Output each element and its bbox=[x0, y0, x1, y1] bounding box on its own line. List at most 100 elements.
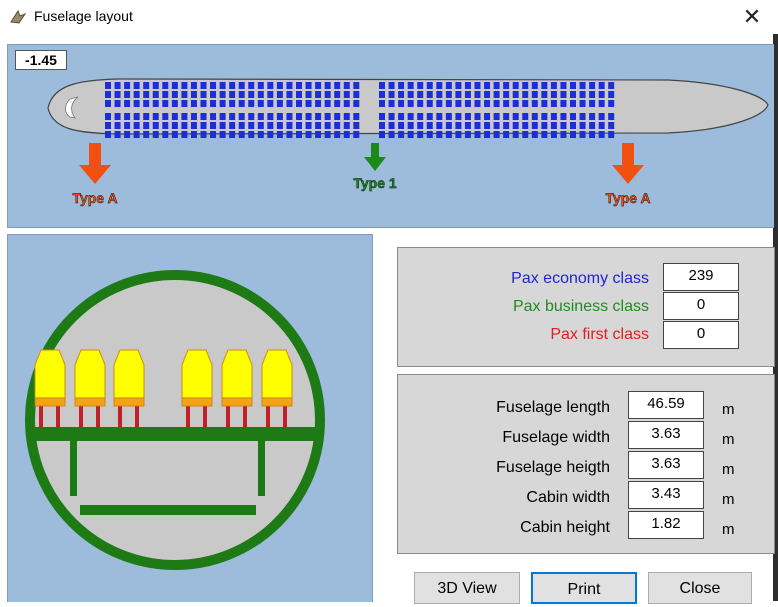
seat-mark bbox=[522, 113, 529, 120]
seat-leg bbox=[243, 405, 247, 427]
seat-cushion bbox=[34, 397, 66, 407]
seat-mark bbox=[474, 113, 481, 120]
seat-mark bbox=[171, 82, 178, 89]
seat-mark bbox=[512, 82, 519, 89]
seat-mark bbox=[171, 100, 178, 107]
seat-mark bbox=[238, 113, 245, 120]
seat-mark bbox=[248, 91, 255, 98]
seat-mark bbox=[503, 82, 510, 89]
seat-leg bbox=[203, 405, 207, 427]
title-bar: Fuselage layout ✕ bbox=[0, 0, 778, 34]
seat-mark bbox=[353, 100, 360, 107]
seat-mark bbox=[334, 131, 341, 138]
seat-mark bbox=[229, 100, 236, 107]
seat-mark bbox=[484, 91, 491, 98]
seat-mark bbox=[353, 82, 360, 89]
seat-mark bbox=[541, 100, 548, 107]
pax-first-field[interactable]: 0 bbox=[663, 321, 739, 349]
seat-mark bbox=[388, 91, 395, 98]
seat-mark bbox=[190, 122, 197, 129]
seat-mark bbox=[464, 82, 471, 89]
door-arrow-head bbox=[612, 165, 644, 184]
seat-mark bbox=[560, 122, 567, 129]
seat-mark bbox=[190, 91, 197, 98]
seat-mark bbox=[210, 100, 217, 107]
seat-cushion bbox=[181, 397, 213, 407]
close-icon[interactable]: ✕ bbox=[738, 4, 766, 30]
seat-mark bbox=[105, 82, 111, 89]
seat-mark bbox=[589, 100, 596, 107]
seat-mark bbox=[436, 122, 443, 129]
seat-mark bbox=[484, 131, 491, 138]
seat-mark bbox=[114, 122, 121, 129]
seat-mark bbox=[608, 91, 615, 98]
door-label: Type 1 bbox=[353, 175, 397, 191]
fuselage-length-unit: m bbox=[722, 401, 735, 418]
seat-mark bbox=[267, 131, 274, 138]
seat-mark bbox=[512, 91, 519, 98]
seat-mark bbox=[324, 82, 331, 89]
seat-mark bbox=[276, 91, 283, 98]
seat-mark bbox=[238, 100, 245, 107]
seat-mark bbox=[436, 91, 443, 98]
seat-mark bbox=[162, 113, 169, 120]
seat-mark bbox=[531, 100, 538, 107]
seat-mark bbox=[162, 122, 169, 129]
seat-mark bbox=[484, 113, 491, 120]
fuselage-length-label: Fuselage length bbox=[496, 399, 610, 416]
print-button[interactable]: Print bbox=[531, 572, 637, 604]
seat-mark bbox=[398, 113, 405, 120]
seat-mark bbox=[455, 100, 462, 107]
seat-mark bbox=[286, 113, 293, 120]
pax-economy-field[interactable]: 239 bbox=[663, 263, 739, 291]
seat-mark bbox=[417, 82, 424, 89]
seat-mark bbox=[305, 91, 312, 98]
3d-view-button[interactable]: 3D View bbox=[414, 572, 520, 604]
pax-business-label: Pax business class bbox=[512, 298, 649, 315]
seat-mark bbox=[276, 82, 283, 89]
close-button[interactable]: Close bbox=[648, 572, 752, 604]
seat-mark bbox=[315, 82, 322, 89]
seat-mark bbox=[512, 100, 519, 107]
seat-mark bbox=[398, 122, 405, 129]
seat-mark bbox=[388, 131, 395, 138]
seat-mark bbox=[493, 113, 500, 120]
seat-mark bbox=[598, 82, 605, 89]
seat-mark bbox=[541, 91, 548, 98]
seat-mark bbox=[343, 131, 350, 138]
seat-mark bbox=[570, 122, 576, 129]
seat-mark bbox=[114, 100, 121, 107]
seat-mark bbox=[248, 113, 255, 120]
seat-mark bbox=[305, 122, 312, 129]
seat-mark bbox=[296, 113, 302, 120]
seat-mark bbox=[219, 113, 226, 120]
cabin-height-field[interactable]: 1.82 bbox=[628, 511, 704, 539]
pax-business-field[interactable]: 0 bbox=[663, 292, 739, 320]
fuselage-height-field[interactable]: 3.63 bbox=[628, 451, 704, 479]
door-markers: Type A Type 1 Type A bbox=[72, 143, 651, 206]
seat-mark bbox=[417, 122, 424, 129]
seat-mark bbox=[493, 82, 500, 89]
seat-mark bbox=[560, 100, 567, 107]
seat-leg bbox=[266, 405, 270, 427]
seat-mark bbox=[229, 91, 236, 98]
seat-mark bbox=[550, 91, 557, 98]
seat-mark bbox=[190, 113, 197, 120]
seat-mark bbox=[267, 82, 274, 89]
seat-mark bbox=[598, 113, 605, 120]
seat-cushion bbox=[113, 397, 145, 407]
fuselage-height-unit: m bbox=[722, 461, 735, 478]
cabin-width-field[interactable]: 3.43 bbox=[628, 481, 704, 509]
seat-mark bbox=[143, 100, 150, 107]
seat-mark bbox=[417, 113, 424, 120]
fuselage-width-field[interactable]: 3.63 bbox=[628, 421, 704, 449]
seat-mark bbox=[171, 113, 178, 120]
seat-mark bbox=[598, 91, 605, 98]
seat-mark bbox=[286, 91, 293, 98]
seat-mark bbox=[152, 100, 159, 107]
seat-mark bbox=[407, 82, 414, 89]
seat-leg bbox=[186, 405, 190, 427]
seat-leg bbox=[226, 405, 230, 427]
seat-mark bbox=[445, 122, 452, 129]
fuselage-length-field[interactable]: 46.59 bbox=[628, 391, 704, 419]
